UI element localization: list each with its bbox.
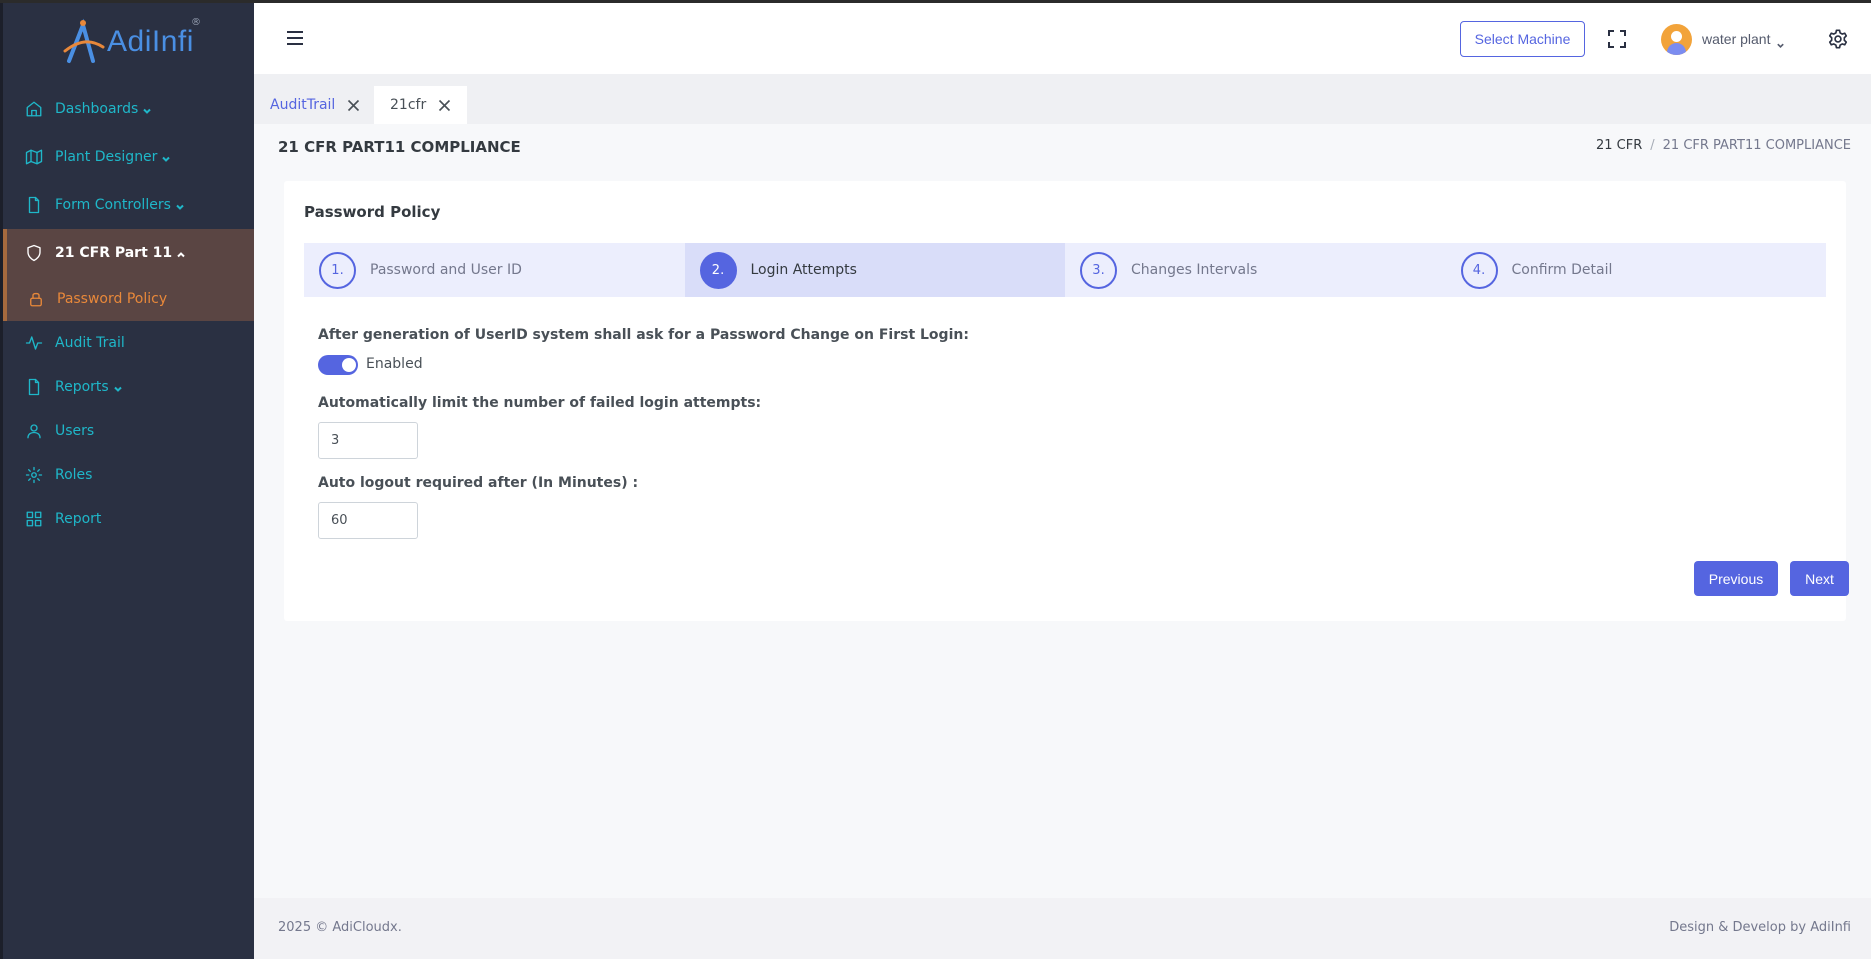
fullscreen-icon[interactable] bbox=[1607, 29, 1627, 49]
grid-icon bbox=[25, 510, 43, 528]
sidebar-item-label: Dashboards bbox=[55, 101, 139, 117]
avatar bbox=[1661, 23, 1692, 55]
failed-attempts-input[interactable] bbox=[318, 422, 418, 459]
user-icon bbox=[25, 422, 43, 440]
sidebar-item-roles[interactable]: Roles bbox=[3, 453, 254, 497]
chevron-down-icon bbox=[1776, 35, 1785, 48]
brand-logo[interactable]: AdiInfi ® bbox=[63, 15, 213, 67]
top-header: Select Machine water plant bbox=[254, 3, 1871, 74]
chevron-down-icon bbox=[142, 104, 152, 114]
sidebar-item-label: Roles bbox=[55, 467, 93, 483]
brand-name: AdiInfi bbox=[107, 25, 194, 58]
tab-21cfr[interactable]: 21cfr bbox=[374, 86, 468, 124]
sidebar-item-label: Report bbox=[55, 511, 102, 527]
settings-icon bbox=[25, 466, 43, 484]
step-label: Password and User ID bbox=[370, 262, 522, 278]
chevron-down-icon bbox=[175, 200, 185, 210]
sidebar-item-label: Audit Trail bbox=[55, 335, 125, 351]
chevron-up-icon bbox=[176, 248, 186, 258]
step-label: Confirm Detail bbox=[1511, 262, 1613, 278]
map-icon bbox=[25, 148, 43, 166]
main-content: AuditTrail 21cfr 21 CFR PART11 COMPLIANC… bbox=[254, 74, 1871, 898]
close-icon[interactable] bbox=[347, 99, 360, 112]
failed-attempts-label: Automatically limit the number of failed… bbox=[318, 395, 762, 411]
first-login-toggle[interactable] bbox=[318, 355, 358, 375]
wizard-steps: 1. Password and User ID 2. Login Attempt… bbox=[304, 243, 1826, 297]
sidebar-item-21-cfr-part-11[interactable]: 21 CFR Part 11 bbox=[3, 229, 254, 277]
previous-button[interactable]: Previous bbox=[1694, 561, 1778, 596]
step-number: 1. bbox=[319, 251, 356, 289]
breadcrumb-item[interactable]: 21 CFR bbox=[1596, 138, 1642, 153]
auto-logout-input[interactable] bbox=[318, 502, 418, 539]
sidebar-item-plant-designer[interactable]: Plant Designer bbox=[3, 133, 254, 181]
sidebar-item-label: Users bbox=[55, 423, 95, 439]
chevron-down-icon bbox=[161, 152, 171, 162]
registered-mark: ® bbox=[191, 17, 201, 28]
step-password-and-user-id[interactable]: 1. Password and User ID bbox=[304, 243, 685, 297]
file-icon bbox=[25, 378, 43, 396]
sidebar-item-label: Plant Designer bbox=[55, 149, 158, 165]
logo-mark-icon bbox=[63, 18, 105, 63]
step-label: Login Attempts bbox=[750, 262, 857, 278]
step-login-attempts[interactable]: 2. Login Attempts bbox=[684, 243, 1065, 297]
shield-icon bbox=[25, 244, 43, 262]
first-login-label: After generation of UserID system shall … bbox=[318, 327, 969, 343]
chevron-down-icon bbox=[113, 382, 123, 392]
sidebar-item-form-controllers[interactable]: Form Controllers bbox=[3, 181, 254, 229]
tab-audittrail[interactable]: AuditTrail bbox=[254, 86, 376, 124]
tab-label: AuditTrail bbox=[270, 97, 336, 113]
step-label: Changes Intervals bbox=[1131, 262, 1258, 278]
sidebar-item-reports[interactable]: Reports bbox=[3, 365, 254, 409]
sidebar: AdiInfi ® Dashboards Plant Designer Form… bbox=[0, 3, 254, 959]
sidebar-item-label: Password Policy bbox=[57, 291, 168, 307]
sidebar-item-users[interactable]: Users bbox=[3, 409, 254, 453]
sidebar-menu: Dashboards Plant Designer Form Controlle… bbox=[3, 85, 254, 541]
next-button[interactable]: Next bbox=[1790, 561, 1849, 596]
step-number: 3. bbox=[1080, 251, 1117, 289]
footer: 2025 © AdiCloudx. Design & Develop by Ad… bbox=[254, 898, 1871, 959]
lock-icon bbox=[27, 290, 45, 308]
sidebar-item-audit-trail[interactable]: Audit Trail bbox=[3, 321, 254, 365]
auto-logout-label: Auto logout required after (In Minutes) … bbox=[318, 475, 639, 491]
footer-credit: Design & Develop by AdiInfi bbox=[1669, 920, 1851, 935]
user-menu[interactable]: water plant bbox=[1661, 23, 1785, 55]
step-number: 4. bbox=[1460, 251, 1498, 289]
user-name: water plant bbox=[1702, 31, 1771, 47]
sidebar-item-label: Reports bbox=[55, 379, 109, 395]
breadcrumb: 21 CFR / 21 CFR PART11 COMPLIANCE bbox=[1596, 138, 1851, 153]
home-icon bbox=[25, 100, 43, 118]
footer-copyright: 2025 © AdiCloudx. bbox=[278, 920, 402, 935]
first-login-status: Enabled bbox=[366, 356, 423, 372]
sidebar-item-password-policy[interactable]: Password Policy bbox=[3, 277, 254, 321]
menu-toggle-icon[interactable] bbox=[287, 31, 303, 45]
breadcrumb-separator: / bbox=[1650, 138, 1655, 153]
step-confirm-detail[interactable]: 4. Confirm Detail bbox=[1446, 243, 1827, 297]
sidebar-item-report[interactable]: Report bbox=[3, 497, 254, 541]
step-changes-intervals[interactable]: 3. Changes Intervals bbox=[1065, 243, 1446, 297]
select-machine-button[interactable]: Select Machine bbox=[1460, 21, 1585, 57]
sidebar-item-label: Form Controllers bbox=[55, 197, 171, 213]
sidebar-item-dashboards[interactable]: Dashboards bbox=[3, 85, 254, 133]
page-title: 21 CFR PART11 COMPLIANCE bbox=[278, 138, 521, 156]
password-policy-card: Password Policy 1. Password and User ID … bbox=[284, 181, 1849, 621]
breadcrumb-item-current: 21 CFR PART11 COMPLIANCE bbox=[1662, 138, 1851, 153]
card-title: Password Policy bbox=[304, 203, 441, 221]
file-icon bbox=[25, 196, 43, 214]
close-icon[interactable] bbox=[438, 99, 451, 112]
step-number: 2. bbox=[699, 251, 737, 289]
gear-icon[interactable] bbox=[1827, 28, 1849, 50]
tab-label: 21cfr bbox=[390, 97, 427, 113]
activity-icon bbox=[25, 334, 43, 352]
tab-bar: AuditTrail 21cfr bbox=[254, 74, 1871, 124]
sidebar-item-label: 21 CFR Part 11 bbox=[55, 245, 173, 261]
